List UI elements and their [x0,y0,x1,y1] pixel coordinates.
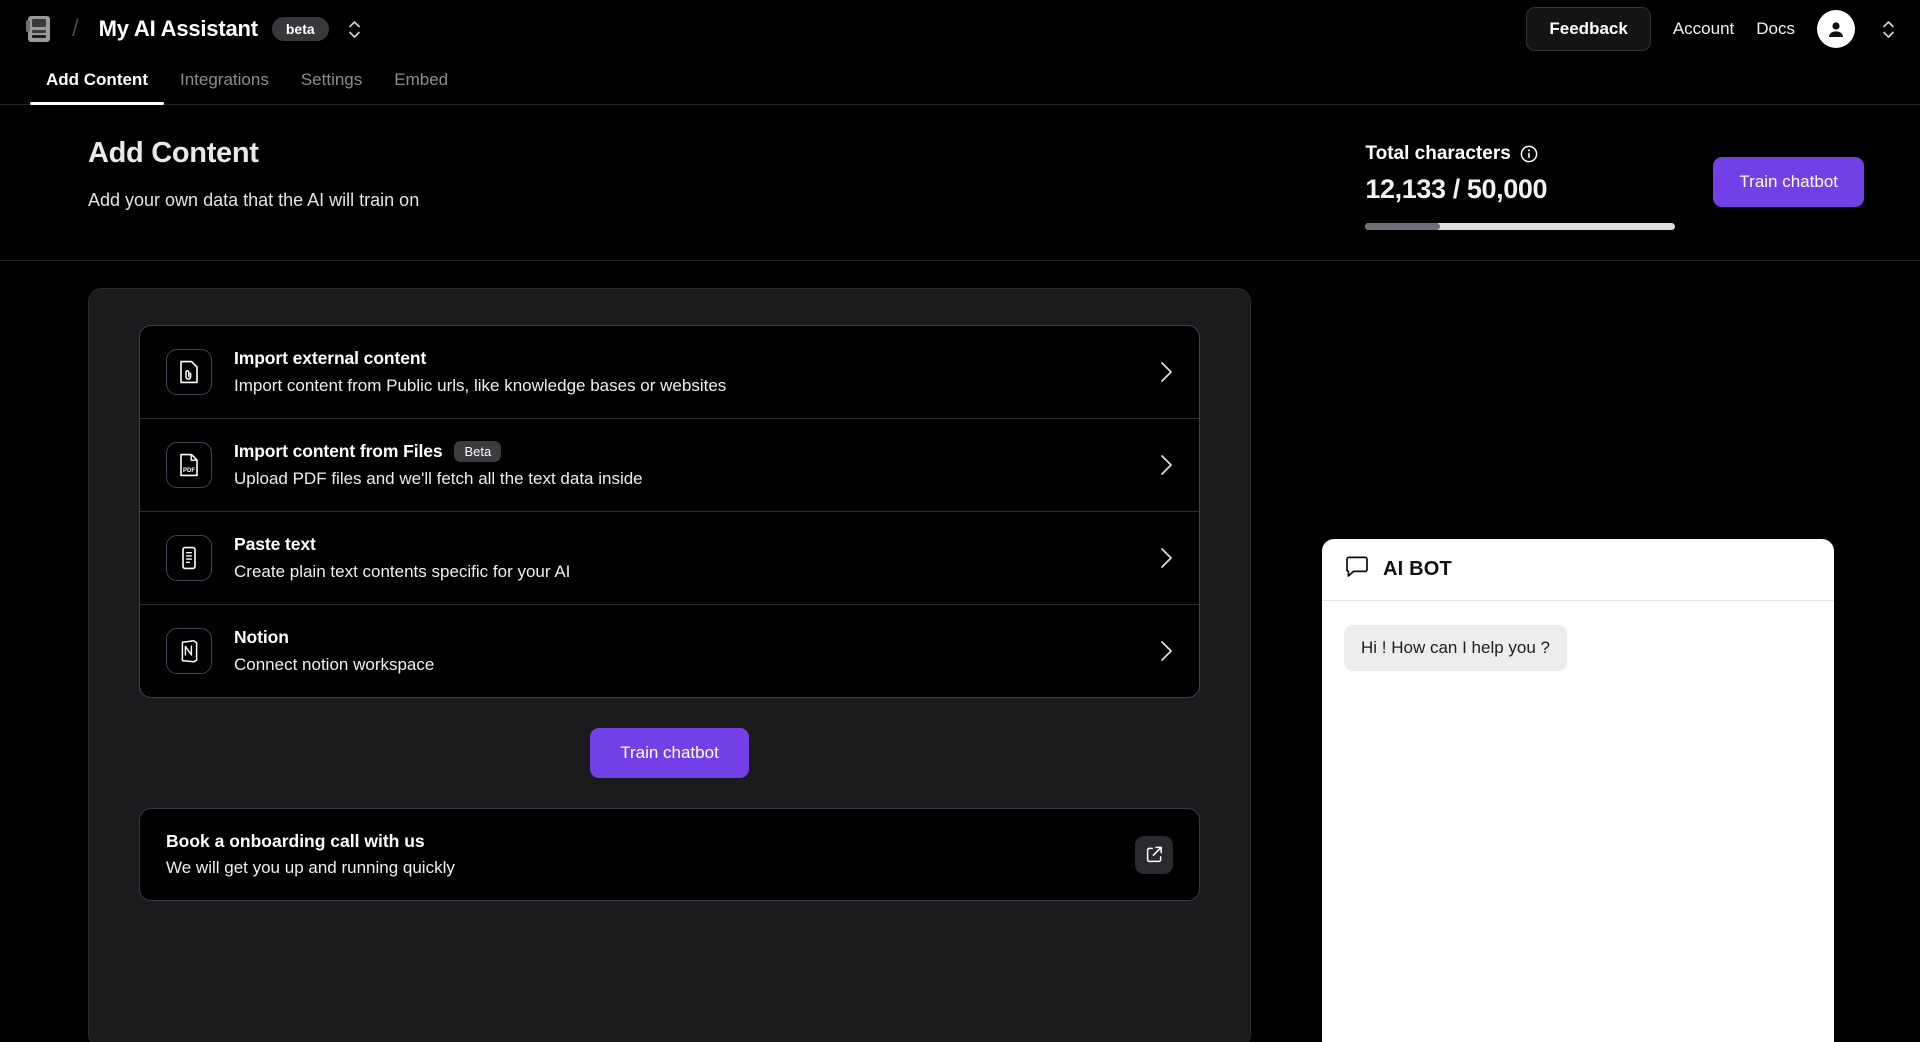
meter-label-row: Total characters [1365,143,1675,165]
chat-widget-title: AI BOT [1383,558,1452,580]
option-beta-badge: Beta [454,441,502,462]
option-text-block: Import content from Files Beta Upload PD… [234,441,1138,489]
onboarding-title: Book a onboarding call with us [166,831,425,851]
chevron-right-icon[interactable] [1160,454,1173,476]
characters-progress-track [1365,223,1676,230]
option-import-from-files[interactable]: PDF Import content from Files Beta Uploa… [140,419,1199,512]
total-characters-label: Total characters [1365,143,1511,164]
chevron-right-icon[interactable] [1160,361,1173,383]
add-content-subtitle: Add your own data that the AI will train… [88,190,420,210]
tab-add-content[interactable]: Add Content [30,70,164,105]
tab-settings[interactable]: Settings [285,70,378,104]
chat-widget-header: AI BOT [1322,539,1834,601]
option-title-row: Import content from Files Beta [234,441,1138,462]
brand-group: / My AI Assistant beta [26,14,360,44]
option-title: Notion [234,627,289,647]
top-nav-actions: Feedback Account Docs [1526,7,1894,51]
ai-bot-chat-widget: AI BOT Hi ! How can I help you ? [1322,539,1834,1042]
info-circle-icon[interactable] [1520,145,1538,163]
onboarding-subtitle: We will get you up and running quickly [166,858,455,877]
characters-progress-fill [1365,223,1440,230]
option-title: Paste text [234,534,316,554]
page-header-section: Add Content Add your own data that the A… [0,105,1920,261]
add-content-card: Import external content Import content f… [88,288,1251,1042]
train-chatbot-button-header[interactable]: Train chatbot [1713,157,1864,207]
content-source-list: Import external content Import content f… [139,325,1200,698]
external-link-icon[interactable] [1135,835,1173,874]
feedback-button[interactable]: Feedback [1526,7,1651,51]
option-import-external-content[interactable]: Import external content Import content f… [140,326,1199,419]
option-notion[interactable]: Notion Connect notion workspace [140,605,1199,697]
option-description: Import content from Public urls, like kn… [234,376,727,395]
app-logo-icon[interactable] [26,14,52,44]
add-content-heading: Add Content [88,137,259,169]
chat-bubble-icon [1344,555,1370,585]
tab-integrations[interactable]: Integrations [164,70,285,104]
user-avatar-icon[interactable] [1817,10,1855,48]
beta-badge: beta [271,17,329,41]
page-header-text: Add Content Add your own data that the A… [88,137,1365,211]
option-description: Upload PDF files and we'll fetch all the… [234,469,643,488]
page-title: My AI Assistant [98,16,258,41]
primary-tabs: Add Content Integrations Settings Embed [0,58,1920,105]
svg-text:PDF: PDF [183,468,195,474]
option-text-block: Import external content Import content f… [234,348,1138,396]
option-title-row: Paste text [234,534,1138,555]
document-attachment-icon [166,349,212,395]
chat-message-list: Hi ! How can I help you ? [1322,601,1834,1042]
onboarding-call-card[interactable]: Book a onboarding call with us We will g… [139,808,1200,901]
docs-link[interactable]: Docs [1756,19,1795,39]
tab-embed[interactable]: Embed [378,70,464,104]
total-characters-value: 12,133 / 50,000 [1365,174,1548,204]
option-text-block: Notion Connect notion workspace [234,627,1138,675]
chat-message-bot: Hi ! How can I help you ? [1344,625,1567,671]
chevron-right-icon[interactable] [1160,640,1173,662]
option-description: Connect notion workspace [234,655,435,674]
train-chatbot-button-main[interactable]: Train chatbot [590,728,749,778]
main-content-area: Import external content Import content f… [0,261,1920,1042]
option-text-block: Paste text Create plain text contents sp… [234,534,1138,582]
text-lines-document-icon [166,535,212,581]
option-title: Import external content [234,348,427,368]
breadcrumb-separator: / [72,15,79,42]
chevron-right-icon[interactable] [1160,547,1173,569]
option-description: Create plain text contents specific for … [234,562,571,581]
pdf-file-icon: PDF [166,442,212,488]
account-link[interactable]: Account [1673,19,1734,39]
option-paste-text[interactable]: Paste text Create plain text contents sp… [140,512,1199,605]
top-navigation-bar: / My AI Assistant beta Feedback Account … [0,0,1920,58]
option-title-row: Notion [234,627,1138,648]
total-characters-meter: Total characters 12,133 / 50,000 [1365,137,1676,230]
train-chatbot-row: Train chatbot [139,728,1200,778]
option-title-row: Import external content [234,348,1138,369]
chevron-up-down-icon[interactable] [348,20,360,38]
notion-icon [166,628,212,674]
option-title: Import content from Files [234,441,443,461]
account-switcher-icon[interactable] [1883,20,1894,38]
onboarding-text-block: Book a onboarding call with us We will g… [166,831,1135,878]
